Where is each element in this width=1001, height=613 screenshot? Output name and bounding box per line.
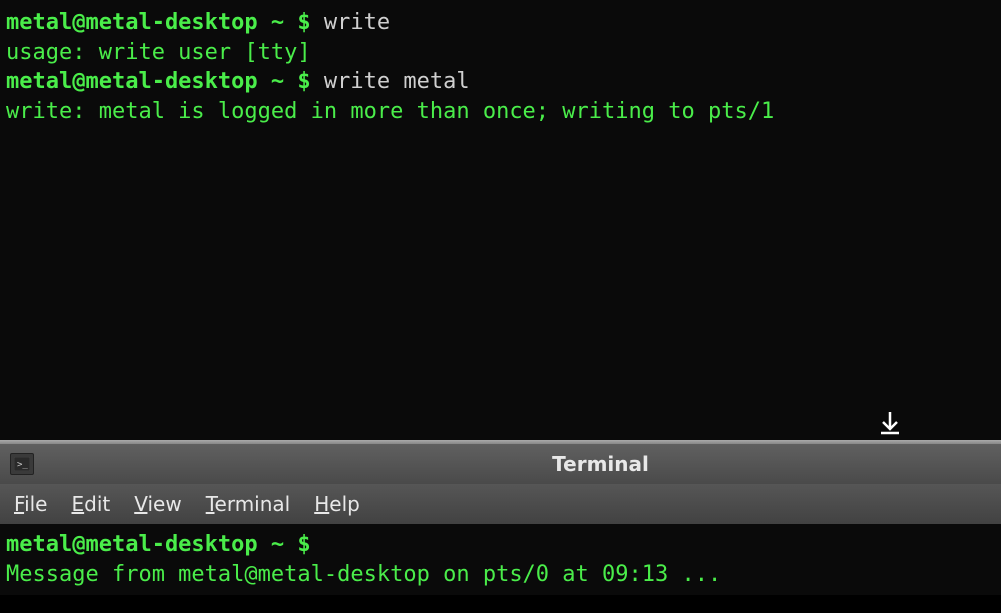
- menu-view[interactable]: View: [134, 492, 181, 516]
- prompt-dollar: $: [297, 532, 324, 557]
- prompt-user: metal@metal-desktop: [6, 532, 258, 557]
- window-title: Terminal: [552, 452, 649, 476]
- terminal-top-pane[interactable]: metal@metal-desktop ~ $ write usage: wri…: [0, 0, 1001, 440]
- prompt-dollar: $: [297, 10, 324, 35]
- window-titlebar[interactable]: >_ Terminal: [0, 444, 1001, 484]
- terminal-bottom-message: Message from metal@metal-desktop on pts/…: [6, 560, 995, 590]
- terminal-bottom-prompt: metal@metal-desktop ~ $: [6, 530, 995, 560]
- terminal-line-1: metal@metal-desktop ~ $ write: [6, 8, 995, 38]
- menu-help[interactable]: Help: [314, 492, 360, 516]
- terminal-bottom-pane[interactable]: metal@metal-desktop ~ $ Message from met…: [0, 524, 1001, 595]
- command-text: write: [324, 10, 390, 35]
- prompt-dollar: $: [297, 69, 324, 94]
- prompt-user: metal@metal-desktop: [6, 10, 258, 35]
- terminal-line-2: metal@metal-desktop ~ $ write metal: [6, 67, 995, 97]
- prompt-path: ~: [258, 10, 298, 35]
- svg-text:>_: >_: [17, 460, 28, 470]
- terminal-output-2: write: metal is logged in more than once…: [6, 97, 995, 127]
- terminal-output-1: usage: write user [tty]: [6, 38, 995, 68]
- terminal-app-icon: >_: [10, 453, 34, 475]
- menubar: File Edit View Terminal Help: [0, 484, 1001, 524]
- prompt-path: ~: [258, 532, 298, 557]
- menu-file[interactable]: File: [14, 492, 47, 516]
- menu-edit[interactable]: Edit: [71, 492, 110, 516]
- prompt-path: ~: [258, 69, 298, 94]
- prompt-user: metal@metal-desktop: [6, 69, 258, 94]
- menu-terminal[interactable]: Terminal: [206, 492, 291, 516]
- command-text: write metal: [324, 69, 470, 94]
- download-arrow-icon: [879, 410, 901, 443]
